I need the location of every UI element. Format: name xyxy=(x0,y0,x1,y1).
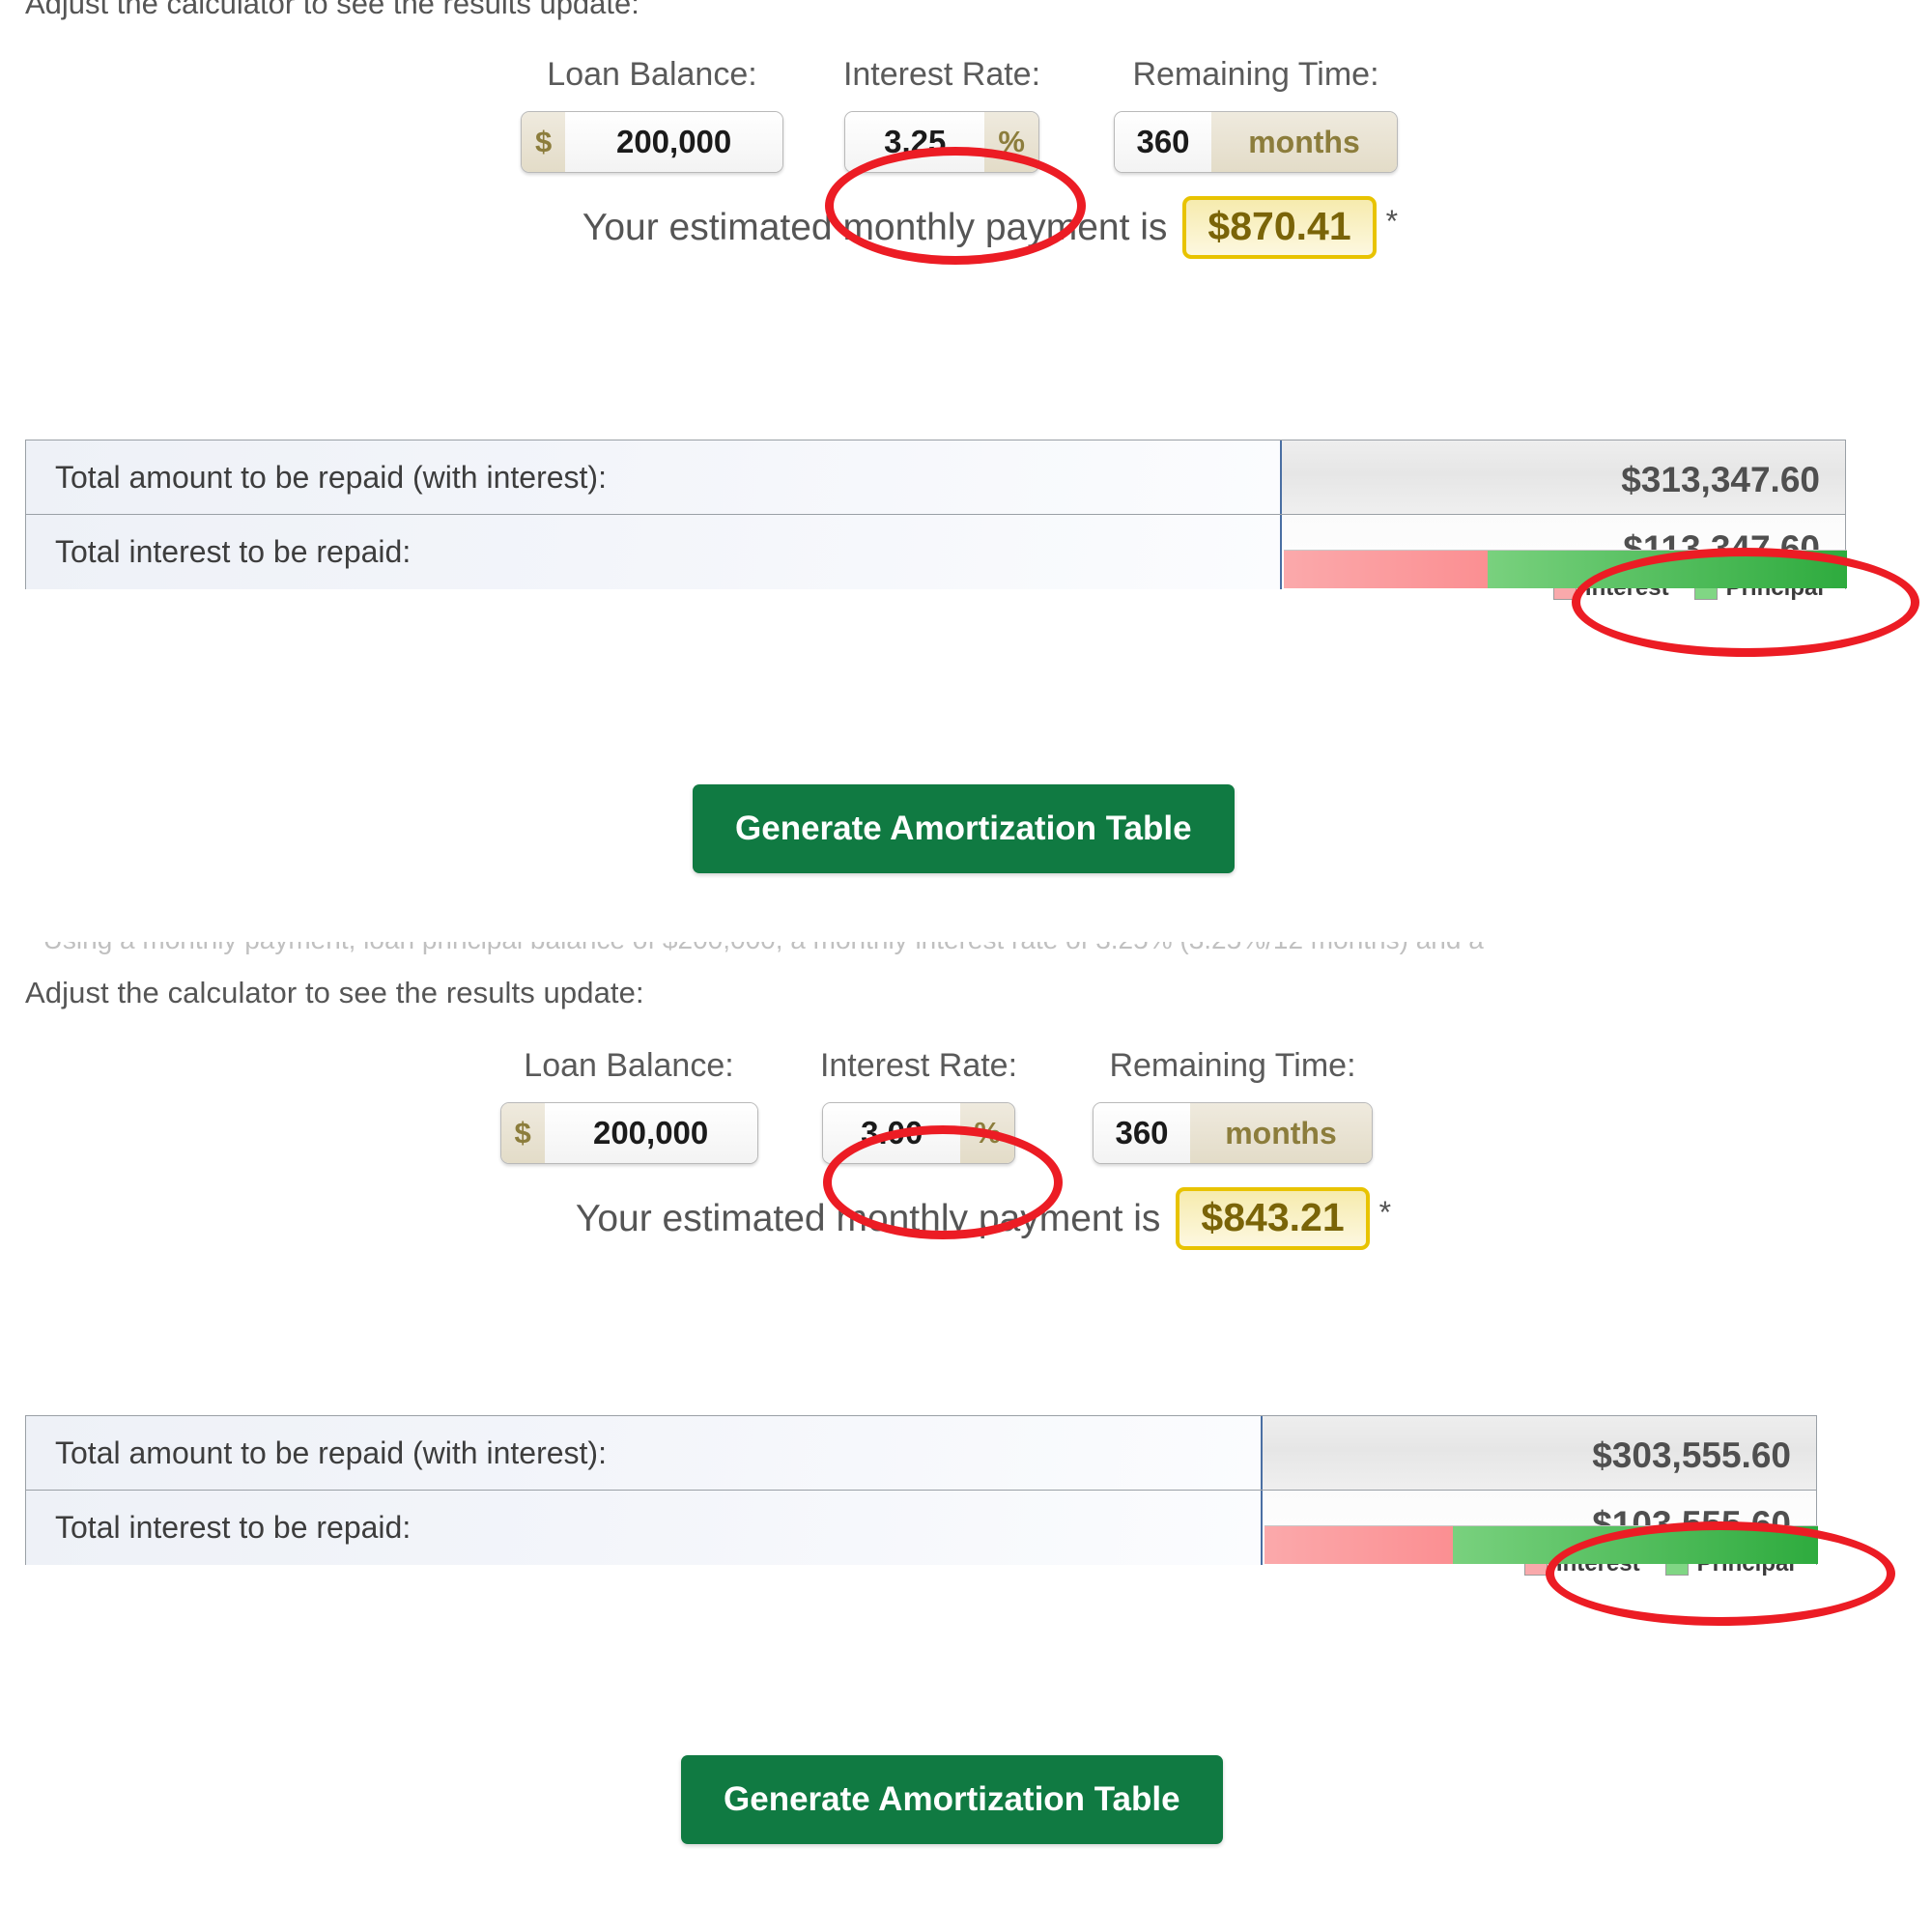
split-bar-principal-segment-a xyxy=(1488,551,1847,588)
remaining-time-value-a[interactable]: 360 xyxy=(1115,112,1211,172)
months-unit-label-a: months xyxy=(1211,112,1397,172)
table-row-total-repaid-b: Total amount to be repaid (with interest… xyxy=(26,1416,1816,1491)
loan-balance-field-group-b: Loan Balance: $ 200,000 xyxy=(479,1047,779,1164)
calculator-section-a: Adjust the calculator to see the results… xyxy=(0,0,1932,873)
estimated-payment-line-a: Your estimated monthly payment is $870.4… xyxy=(0,196,1932,259)
total-interest-label-a: Total interest to be repaid: xyxy=(26,515,1282,589)
footnote-clipped-strip: * Using a monthly payment, loan principa… xyxy=(25,942,1851,959)
interest-rate-label-a: Interest Rate: xyxy=(842,56,1041,93)
adjust-instruction-a-text: Adjust the calculator to see the results… xyxy=(25,0,639,20)
total-repaid-value-cell-a: $313,347.60 xyxy=(1282,440,1845,514)
generate-amortization-table-button-b[interactable]: Generate Amortization Table xyxy=(681,1755,1223,1844)
interest-rate-value-a[interactable]: 3.25 xyxy=(845,112,985,172)
adjust-instruction-a-clipped: Adjust the calculator to see the results… xyxy=(25,0,991,21)
remaining-time-label-b: Remaining Time: xyxy=(1109,1047,1356,1084)
split-bar-interest-segment-a xyxy=(1284,551,1489,588)
interest-rate-value-b[interactable]: 3.00 xyxy=(823,1103,961,1163)
remaining-time-field-group-a: Remaining Time: 360 months xyxy=(1082,56,1430,173)
table-row-total-repaid-a: Total amount to be repaid (with interest… xyxy=(26,440,1845,515)
loan-balance-input-b[interactable]: $ 200,000 xyxy=(499,1102,758,1164)
total-repaid-value-cell-b: $303,555.60 xyxy=(1263,1416,1816,1490)
currency-symbol-icon-a: $ xyxy=(522,112,566,172)
interest-rate-input-b[interactable]: 3.00 % xyxy=(822,1102,1015,1164)
payment-footnote-marker-b: * xyxy=(1378,1195,1392,1230)
split-bar-principal-segment-b xyxy=(1453,1526,1818,1564)
payment-footnote-marker-a: * xyxy=(1385,204,1399,239)
generate-amortization-table-button-a[interactable]: Generate Amortization Table xyxy=(693,784,1235,873)
loan-balance-label-a: Loan Balance: xyxy=(547,56,757,93)
interest-rate-input-a[interactable]: 3.25 % xyxy=(844,111,1039,173)
loan-balance-input-a[interactable]: $ 200,000 xyxy=(521,111,783,173)
input-fields-row-b: Loan Balance: $ 200,000 Interest Rate: 3… xyxy=(0,1047,1932,1164)
estimated-payment-amount-a: $870.41 xyxy=(1182,196,1377,259)
loan-balance-value-a[interactable]: 200,000 xyxy=(565,112,782,172)
percent-symbol-icon-b: % xyxy=(960,1103,1014,1163)
generate-button-wrap-b: Generate Amortization Table xyxy=(681,1755,1223,1844)
interest-principal-split-bar-a xyxy=(1284,550,1847,588)
interest-principal-split-bar-b xyxy=(1264,1525,1818,1564)
adjust-instruction-b: Adjust the calculator to see the results… xyxy=(25,976,644,1009)
results-table-a: Total amount to be repaid (with interest… xyxy=(25,440,1847,601)
interest-rate-field-group-a: Interest Rate: 3.25 % xyxy=(802,56,1082,173)
total-interest-label-b: Total interest to be repaid: xyxy=(26,1491,1263,1565)
remaining-time-input-b[interactable]: 360 months xyxy=(1093,1102,1373,1164)
remaining-time-label-a: Remaining Time: xyxy=(1132,56,1379,93)
footnote-clipped-text: * Using a monthly payment, loan principa… xyxy=(25,942,1851,953)
loan-balance-label-b: Loan Balance: xyxy=(524,1047,734,1084)
remaining-time-input-a[interactable]: 360 months xyxy=(1114,111,1398,173)
estimated-payment-prefix-a: Your estimated monthly payment is xyxy=(582,206,1168,248)
remaining-time-value-b[interactable]: 360 xyxy=(1094,1103,1190,1163)
interest-rate-label-b: Interest Rate: xyxy=(819,1047,1018,1084)
loan-balance-value-b[interactable]: 200,000 xyxy=(544,1103,757,1163)
months-unit-label-b: months xyxy=(1190,1103,1372,1163)
total-repaid-amount-a: $313,347.60 xyxy=(1621,460,1820,499)
total-repaid-label-a: Total amount to be repaid (with interest… xyxy=(26,440,1282,514)
interest-rate-field-group-b: Interest Rate: 3.00 % xyxy=(779,1047,1059,1164)
calculator-section-b: Adjust the calculator to see the results… xyxy=(0,976,1932,1844)
input-fields-row-a: Loan Balance: $ 200,000 Interest Rate: 3… xyxy=(0,56,1932,173)
generate-button-wrap-a: Generate Amortization Table xyxy=(693,784,1235,873)
estimated-payment-amount-b: $843.21 xyxy=(1176,1187,1370,1250)
loan-balance-field-group-a: Loan Balance: $ 200,000 xyxy=(502,56,802,173)
total-repaid-amount-b: $303,555.60 xyxy=(1592,1435,1791,1475)
results-table-b: Total amount to be repaid (with interest… xyxy=(25,1415,1818,1577)
remaining-time-field-group-b: Remaining Time: 360 months xyxy=(1059,1047,1406,1164)
estimated-payment-prefix-b: Your estimated monthly payment is xyxy=(575,1197,1161,1239)
split-bar-interest-segment-b xyxy=(1264,1526,1454,1564)
calculator-comparison-page: Adjust the calculator to see the results… xyxy=(0,0,1932,1932)
estimated-payment-line-b: Your estimated monthly payment is $843.2… xyxy=(0,1187,1932,1250)
percent-symbol-icon-a: % xyxy=(984,112,1038,172)
currency-symbol-icon-b: $ xyxy=(500,1103,545,1163)
total-repaid-label-b: Total amount to be repaid (with interest… xyxy=(26,1416,1263,1490)
